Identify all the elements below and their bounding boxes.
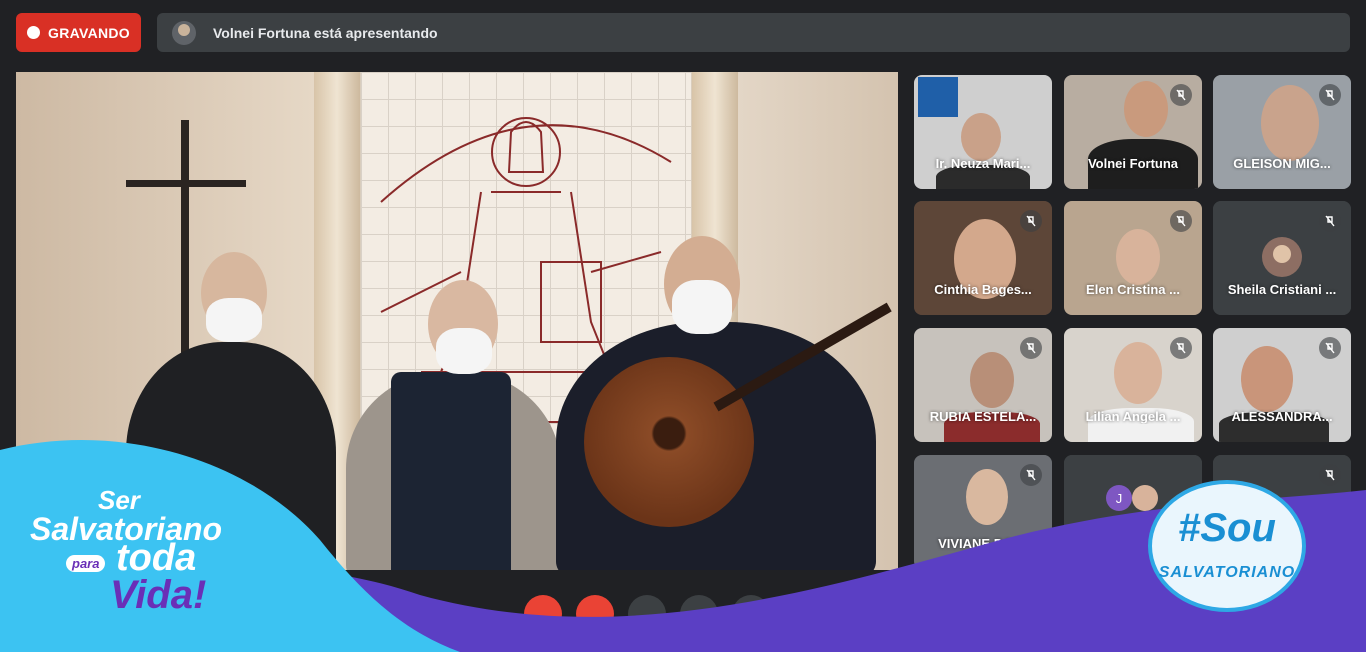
participant-face xyxy=(970,352,1014,408)
participant-name: Cinthia Bages... xyxy=(934,282,1032,297)
participant-name: GLEISON MIG... xyxy=(1233,156,1331,171)
mic-off-icon xyxy=(1020,464,1042,486)
participant-face xyxy=(966,469,1008,525)
participant-tile[interactable]: Sheila Cristiani ... xyxy=(1213,201,1351,315)
participant-name: Sheila Cristiani ... xyxy=(1227,282,1337,297)
presenting-text: Volnei Fortuna está apresentando xyxy=(213,24,438,41)
badge-salvatoriano-text: SALVATORIANO xyxy=(1158,564,1296,581)
more-options-button[interactable] xyxy=(732,595,770,633)
recording-badge: GRAVANDO xyxy=(16,13,141,52)
participant-tile[interactable]: RUBIA ESTELA... xyxy=(914,328,1052,442)
participant-name: Elen Cristina ... xyxy=(1086,282,1180,297)
participant-tile[interactable]: Volnei Fortuna xyxy=(1064,75,1202,189)
participant-face xyxy=(1261,85,1319,161)
participant-tile[interactable]: Ir. Neuza Mari... xyxy=(914,75,1052,189)
cross-beam xyxy=(126,180,246,187)
participant-tile[interactable]: Lilian Angela ... xyxy=(1064,328,1202,442)
participant-tile[interactable]: Elen Cristina ... xyxy=(1064,201,1202,315)
raise-hand-button[interactable] xyxy=(628,595,666,633)
mic-off-icon xyxy=(1319,337,1341,359)
sou-salvatoriano-badge: #Sou SALVATORIANO xyxy=(1148,480,1306,612)
participant-face xyxy=(1116,229,1160,285)
participant-tile[interactable]: GLEISON MIG... xyxy=(1213,75,1351,189)
participant-name: Volnei Fortuna xyxy=(1087,156,1179,171)
record-dot-icon xyxy=(27,26,40,39)
mic-toggle-button[interactable] xyxy=(524,595,562,633)
participant-face xyxy=(1124,81,1168,137)
recording-label: GRAVANDO xyxy=(48,24,130,41)
presenting-banner: Volnei Fortuna está apresentando xyxy=(157,13,1350,52)
mic-off-icon xyxy=(1170,84,1192,106)
mic-off-icon xyxy=(1170,210,1192,232)
logo-para-text: para xyxy=(66,555,106,572)
badge-sou-text: #Sou xyxy=(1178,506,1276,550)
person-center-jacket xyxy=(391,372,511,570)
participant-face xyxy=(961,113,1001,161)
logo-vida-text: Vida! xyxy=(110,573,207,617)
participant-avatar-initial: J xyxy=(1106,485,1132,511)
mic-off-icon xyxy=(1319,464,1341,486)
participant-face xyxy=(1241,346,1293,412)
participant-name: ALESSANDRA... xyxy=(1231,409,1333,424)
presenter-avatar xyxy=(172,20,196,45)
present-button[interactable] xyxy=(680,595,718,633)
camera-toggle-button[interactable] xyxy=(576,595,614,633)
mic-off-icon xyxy=(1170,337,1192,359)
participant-tile[interactable]: ALESSANDRA... xyxy=(1213,328,1351,442)
participant-name: Ir. Neuza Mari... xyxy=(935,156,1031,171)
participant-name: RUBIA ESTELA... xyxy=(929,409,1037,424)
face-mask xyxy=(436,328,492,374)
leave-call-button[interactable] xyxy=(784,595,836,633)
guitar-body xyxy=(584,357,754,527)
participant-name: Lilian Angela ... xyxy=(1085,409,1181,424)
mic-off-icon xyxy=(1020,337,1042,359)
mic-off-icon xyxy=(1319,210,1341,232)
painting-sunflower xyxy=(918,77,958,117)
participant-tile[interactable]: VIVIANE DA SI xyxy=(914,455,1052,569)
participant-tile[interactable]: Cinthia Bages... xyxy=(914,201,1052,315)
participant-avatar xyxy=(1262,237,1302,277)
mic-off-icon xyxy=(1020,210,1042,232)
face-mask xyxy=(672,280,732,334)
ser-salvatoriano-logo: Ser Salvatoriano para toda Vida! xyxy=(30,485,290,635)
participant-name: VIVIANE DA SI xyxy=(938,536,1028,551)
mic-off-icon xyxy=(1319,84,1341,106)
participant-face xyxy=(1114,342,1162,404)
face-mask xyxy=(206,298,262,342)
